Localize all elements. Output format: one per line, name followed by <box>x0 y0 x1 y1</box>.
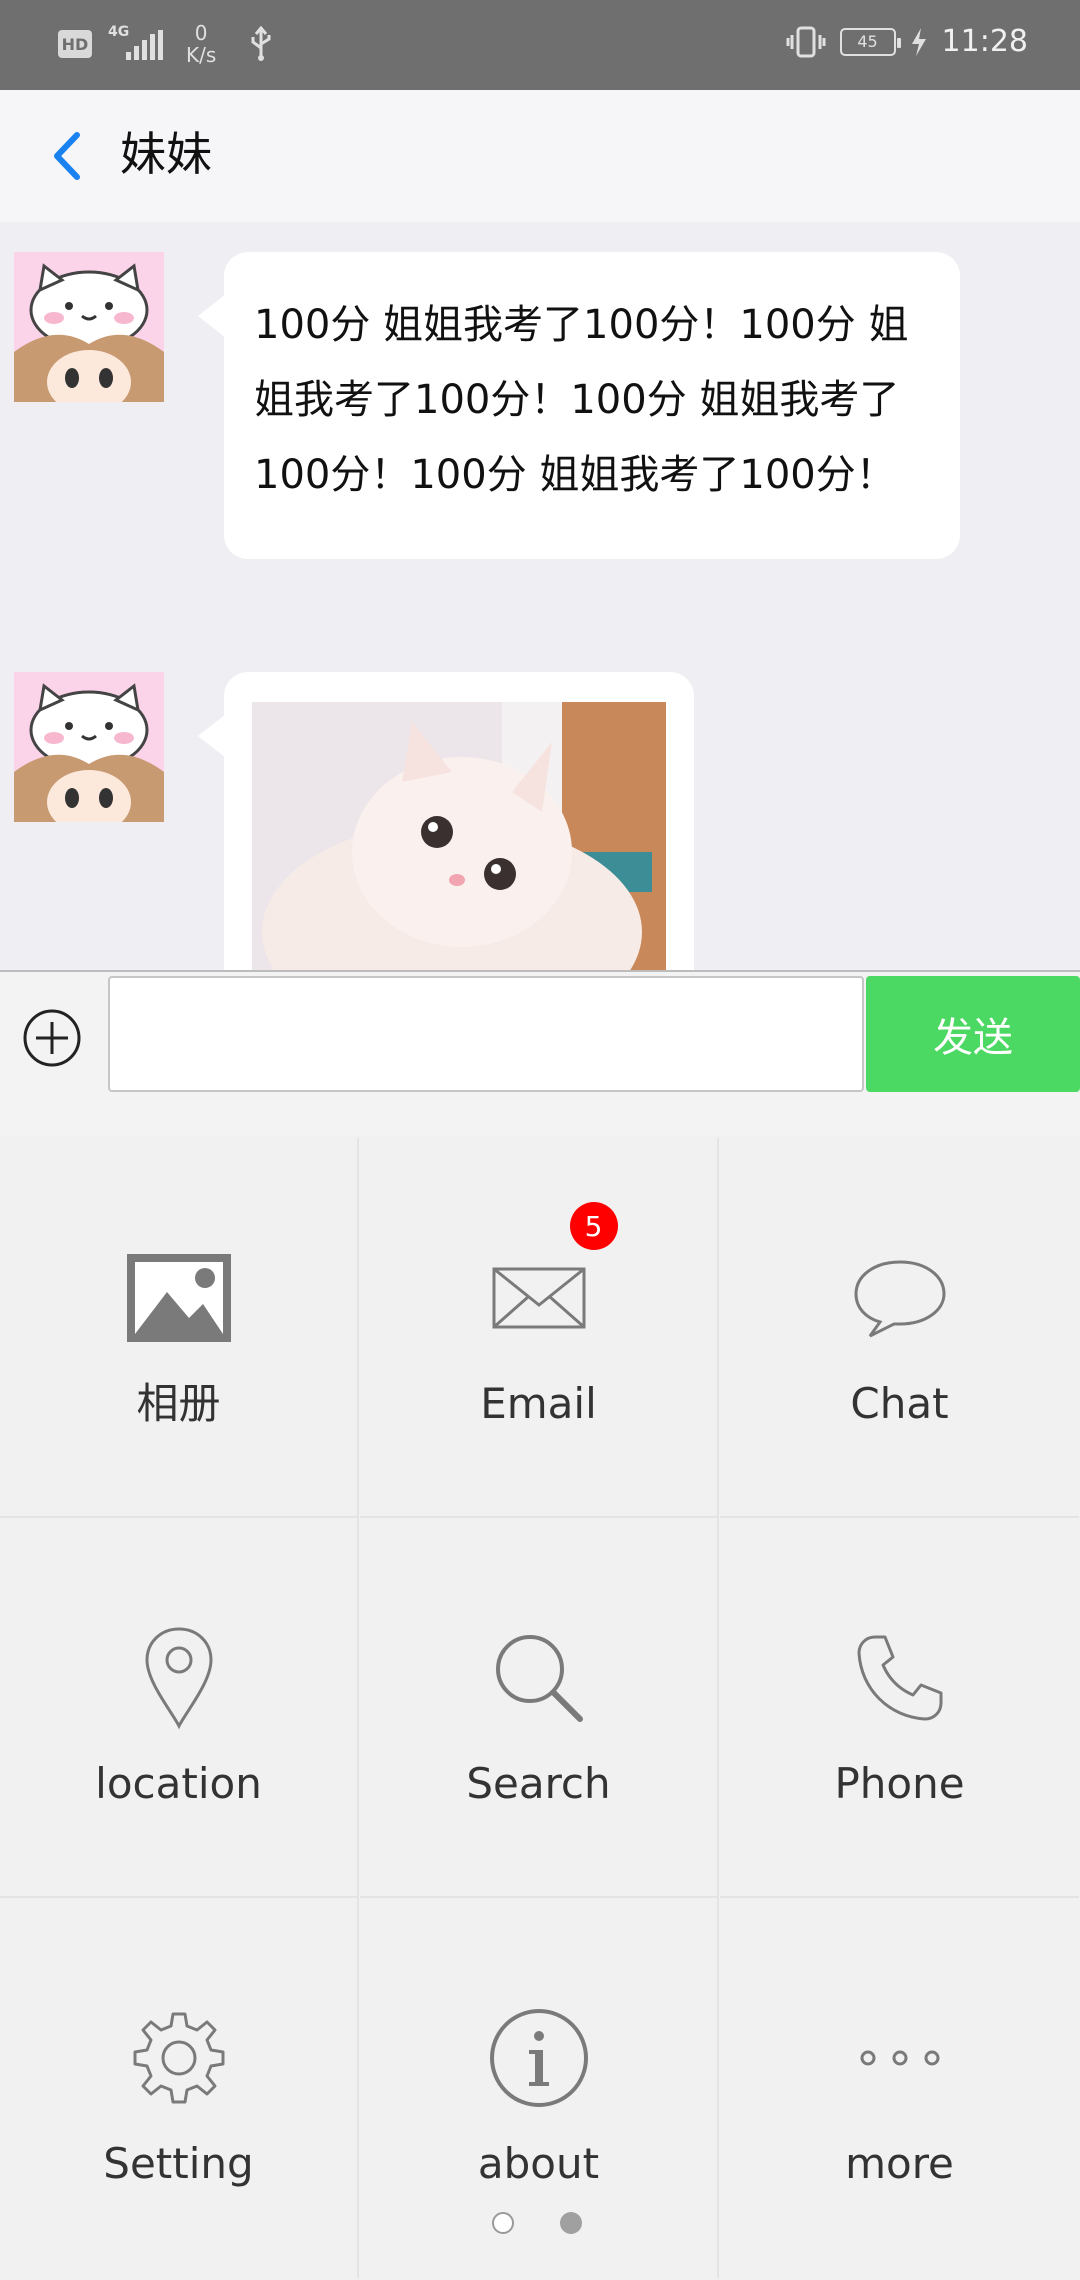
email-badge: 5 <box>569 1202 618 1250</box>
input-bar: 发送 <box>0 970 1080 1136</box>
page-dot-2[interactable] <box>560 2212 582 2234</box>
avatar[interactable] <box>14 672 164 822</box>
page-title: 妹妹 <box>120 127 212 181</box>
cat-photo[interactable] <box>252 702 666 970</box>
page-dot-1[interactable] <box>492 2212 514 2234</box>
network-speed: 0 K/s <box>186 22 216 66</box>
speed-value: 0 <box>194 21 208 45</box>
avatar-image <box>14 672 164 822</box>
grid-item-label: 相册 <box>136 1379 221 1428</box>
grid-item-label: Email <box>480 1379 597 1428</box>
signal-icon: 4G <box>106 24 166 64</box>
status-bar: HD 4G 0 K/s 45 11:28 <box>0 0 1080 90</box>
grid-item-chat[interactable]: Chat <box>720 1138 1079 1518</box>
phone-icon <box>857 1635 942 1721</box>
location-icon <box>144 1627 213 1730</box>
grid-item-label: Setting <box>103 2139 254 2188</box>
grid-item-more[interactable]: more <box>720 1898 1079 2278</box>
message-text: 100分 姐姐我考了100分！100分 姐姐我考了100分！100分 姐姐我考了… <box>254 302 909 498</box>
chat-icon <box>853 1260 946 1338</box>
grid-item-location[interactable]: location <box>0 1518 359 1898</box>
message-input[interactable] <box>108 976 864 1092</box>
grid-item-label: about <box>477 2139 600 2188</box>
usb-icon <box>251 26 271 61</box>
hd-icon: HD <box>58 30 92 58</box>
clock: 11:28 <box>941 24 1028 59</box>
grid-item-phone[interactable]: Phone <box>720 1518 1079 1898</box>
setting-icon <box>133 2012 224 2104</box>
message-bubble[interactable]: 100分 姐姐我考了100分！100分 姐姐我考了100分！100分 姐姐我考了… <box>198 252 960 559</box>
add-button[interactable] <box>22 1008 82 1068</box>
grid-item-email[interactable]: 5 Email <box>360 1138 719 1518</box>
chevron-left-icon <box>54 132 80 180</box>
grid-item-search[interactable]: Search <box>360 1518 719 1898</box>
back-button[interactable] <box>36 126 96 186</box>
chat-header: 妹妹 <box>0 90 1080 222</box>
image-bubble[interactable] <box>198 672 694 970</box>
vibrate-icon <box>786 26 826 57</box>
grid-item-label: Chat <box>850 1379 949 1428</box>
grid-item-label: location <box>95 1759 262 1808</box>
search-icon <box>495 1635 583 1722</box>
page-indicator <box>492 2212 582 2234</box>
grid-item-album[interactable]: 相册 <box>0 1138 359 1518</box>
battery-level: 45 <box>857 32 878 51</box>
grid-item-setting[interactable]: Setting <box>0 1898 359 2278</box>
charging-icon <box>911 27 926 56</box>
grid-item-label: Phone <box>834 1759 965 1808</box>
avatar-image <box>14 252 164 402</box>
speed-unit: K/s <box>186 43 217 67</box>
album-icon <box>126 1254 231 1342</box>
cat-image <box>252 702 666 970</box>
send-button[interactable]: 发送 <box>866 976 1080 1092</box>
grid-item-label: more <box>845 2139 954 2188</box>
battery-icon: 45 <box>839 27 901 56</box>
feature-grid: 相册 5 Email Chat location Search Phone Se… <box>0 1136 1080 2280</box>
plus-circle-icon <box>23 1009 81 1067</box>
grid-item-label: Search <box>466 1759 611 1808</box>
avatar[interactable] <box>14 252 164 402</box>
message-list[interactable]: 100分 姐姐我考了100分！100分 姐姐我考了100分！100分 姐姐我考了… <box>0 222 1080 970</box>
email-icon <box>492 1267 585 1329</box>
more-icon <box>860 2050 939 2066</box>
info-icon <box>489 2009 588 2107</box>
